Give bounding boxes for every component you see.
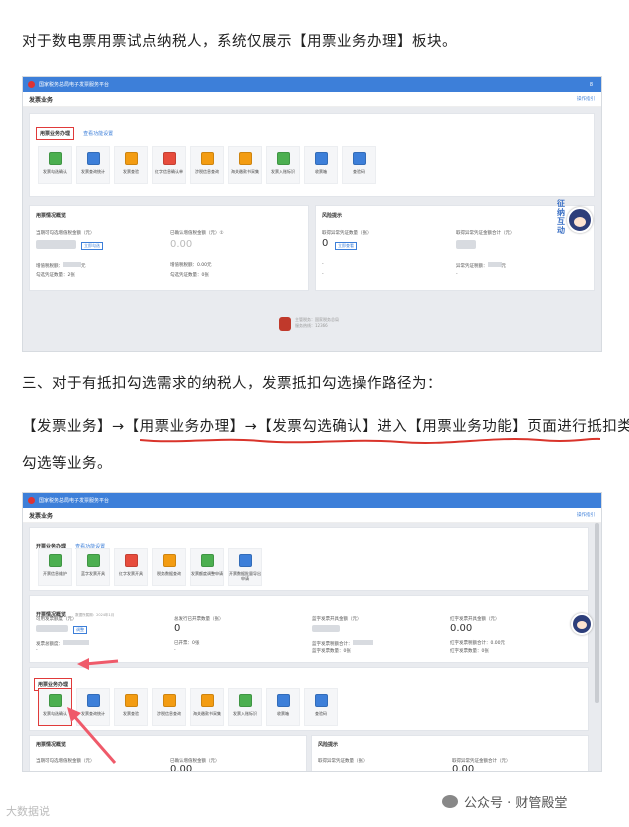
s1-function-icon: [238, 152, 252, 165]
s1-tile-label: 涉税信息查询: [195, 169, 219, 174]
s1-function-icon: [162, 152, 176, 165]
screenshot-invoice-business-2: 国家税务总局电子发票服务平台 发票业务 操作指引 开票业务办理 查看功能设置 开…: [22, 492, 602, 772]
function-icon-grid: 发票勾选确认 发票查询统计 发票查验 红字信息确认单 涉税信息查询 海关缴款书采集 发票入账…: [38, 146, 376, 184]
page-header: 发票业务 操作指引: [23, 92, 601, 107]
app-title: 国家税务总局电子发票服务平台: [39, 82, 110, 88]
red-underline-mark: [140, 437, 600, 444]
dash-2: -: [322, 272, 324, 277]
wechat-icon: [442, 795, 458, 808]
confirmed-vat-value: 0.00: [170, 239, 193, 250]
s1-function-icon: [48, 152, 62, 165]
s1-tile-5[interactable]: 海关缴款书采集: [228, 146, 262, 184]
tax-emblem-footer-icon: [279, 317, 291, 331]
abnormal-tax: 异常凭证税额：元: [456, 262, 506, 269]
selected-count: 勾选凭证数量：2张: [36, 273, 75, 278]
intro-paragraph: 对于数电票用票试点纳税人，系统仅展示【用票业务办理】板块。: [22, 34, 457, 50]
section-title: 用票业务办理: [36, 127, 75, 140]
vat-tax-label: 增值税税额：元: [36, 262, 86, 269]
s1-tile-0[interactable]: 发票勾选确认: [38, 146, 72, 184]
abnormal-count-value: 0: [322, 238, 329, 249]
function-settings-link[interactable]: 查看功能设置: [83, 131, 113, 137]
screenshot-invoice-business-1: 国家税务总局电子发票服务平台 8 发票业务 操作指引 用票业务办理 查看功能设置…: [22, 76, 602, 352]
overview-title: 用票情况概览: [36, 213, 67, 219]
abnormal-count-label: 取得异常凭证数量（张）: [322, 231, 372, 236]
dash-1: -: [322, 262, 324, 267]
section-three-paragraph: 三、对于有抵扣勾选需求的纳税人，发票抵扣勾选操作路径为：: [22, 376, 442, 392]
path-paragraph-continued: 勾选等业务。: [22, 456, 112, 472]
s1-tile-8[interactable]: 查验码: [342, 146, 376, 184]
s1-tile-label: 海关缴款书采集: [231, 169, 259, 174]
ticket-business-panel: 用票业务办理 查看功能设置 发票勾选确认 发票查询统计 发票查验 红字信息确认单 涉税信…: [29, 113, 595, 197]
watermark-right: 公众号 · 财管殿堂: [442, 792, 567, 811]
s1-tile-3[interactable]: 红字信息确认单: [152, 146, 186, 184]
confirmed-tax: 增值税税额：0.00元: [170, 263, 212, 268]
usage-overview-panel: 用票情况概览 当期可勾选增值税金额（元） 立即勾选 已确认增值税金额（元）① 0…: [29, 205, 309, 291]
s1-function-icon: [352, 152, 366, 165]
red-arrow-annotations: [67, 658, 119, 764]
s1-tile-label: 发票查验: [123, 169, 139, 174]
selectable-vat-label: 当期可勾选增值税金额（元）: [36, 231, 95, 236]
user-account[interactable]: 8: [590, 82, 593, 88]
s1-function-icon: [124, 152, 138, 165]
s1-tile-6[interactable]: 发票入账标识: [266, 146, 300, 184]
path-paragraph: 【发票业务】→【用票业务办理】→【发票勾选确认】进入【用票业务功能】页面进行抵扣…: [22, 419, 629, 435]
s1-tile-label: 发票勾选确认: [43, 169, 67, 174]
selectable-vat-value: [36, 240, 76, 249]
s1-tile-label: 收票箱: [315, 169, 327, 174]
page-title: 发票业务: [29, 96, 54, 104]
tax-emblem-icon: [28, 81, 35, 88]
s1-tile-label: 红字信息确认单: [155, 169, 183, 174]
footer-info: 主管税务：国家税务总局 服务热线：12366: [295, 317, 339, 328]
s1-tile-label: 发票入账标识: [271, 169, 295, 174]
s1-function-icon: [200, 152, 214, 165]
confirmed-count: 勾选凭证数量：0张: [170, 273, 209, 278]
view-now-button[interactable]: 立即查看: [335, 242, 357, 250]
guide-link[interactable]: 操作指引: [577, 96, 595, 102]
app-header: 国家税务总局电子发票服务平台 8: [23, 77, 601, 92]
s1-tile-label: 查验码: [353, 169, 365, 174]
abnormal-amount-value: [456, 240, 476, 249]
dash-3: -: [456, 272, 458, 277]
s1-function-icon: [314, 152, 328, 165]
s1-function-icon: [276, 152, 290, 165]
select-now-button[interactable]: 立即勾选: [81, 242, 103, 250]
watermark-left: 大数据说: [6, 805, 50, 818]
risk-panel: 风险提示 取得异常凭证数量（张） 0 立即查看 取得异常凭证金额合计（元） - …: [315, 205, 595, 291]
s1-tile-1[interactable]: 发票查询统计: [76, 146, 110, 184]
s1-tile-2[interactable]: 发票查验: [114, 146, 148, 184]
s1-tile-7[interactable]: 收票箱: [304, 146, 338, 184]
abnormal-amount-label: 取得异常凭证金额合计（元）: [456, 231, 515, 236]
risk-title: 风险提示: [322, 213, 343, 219]
s1-function-icon: [86, 152, 100, 165]
confirmed-vat-label: 已确认增值税金额（元）①: [170, 231, 224, 236]
s1-tile-4[interactable]: 涉税信息查询: [190, 146, 224, 184]
interaction-bubble: 征 纳 互 动: [557, 199, 565, 235]
s1-tile-label: 发票查询统计: [81, 169, 105, 174]
